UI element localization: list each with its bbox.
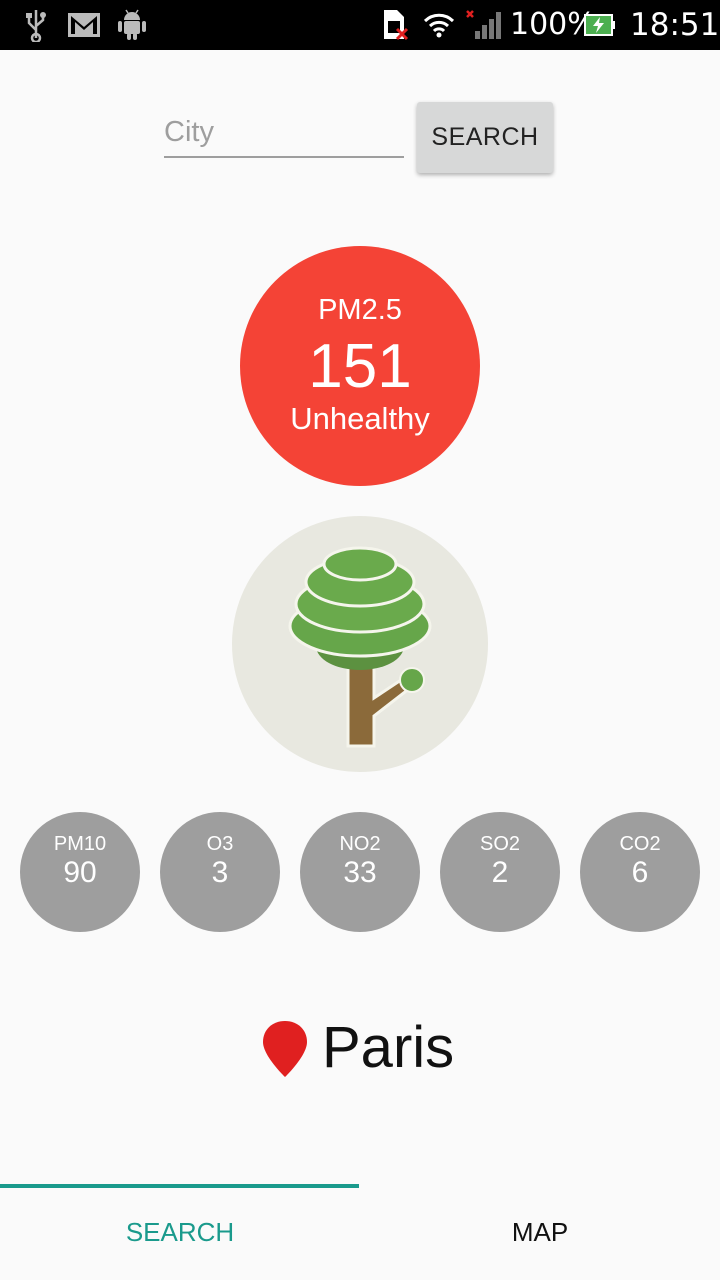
city-input[interactable] bbox=[164, 108, 404, 158]
pm25-value: 151 bbox=[308, 332, 412, 401]
pollutant-value: 2 bbox=[491, 856, 509, 889]
city-name: Paris bbox=[322, 1015, 455, 1080]
tree-illustration bbox=[232, 516, 488, 772]
search-button[interactable]: SEARCH bbox=[417, 102, 553, 173]
usb-icon bbox=[22, 0, 50, 50]
pollutant-pm10: PM10 90 bbox=[20, 812, 140, 932]
pollutant-name: O3 bbox=[206, 833, 234, 855]
sim-error-icon bbox=[380, 0, 410, 50]
pollutant-value: 3 bbox=[211, 856, 229, 889]
clock: 18:51 bbox=[630, 7, 720, 43]
signal-icon bbox=[464, 0, 504, 50]
battery-percent: 100% bbox=[510, 7, 596, 42]
wifi-icon bbox=[422, 0, 456, 50]
android-debug-icon bbox=[116, 0, 148, 50]
pollutant-name: NO2 bbox=[339, 833, 381, 855]
tab-search[interactable]: SEARCH bbox=[0, 1184, 360, 1280]
pollutant-so2: SO2 2 bbox=[440, 812, 560, 932]
pm25-indicator: PM2.5 151 Unhealthy bbox=[240, 246, 480, 486]
pm25-label: PM2.5 bbox=[318, 294, 402, 326]
pollutant-co2: CO2 6 bbox=[580, 812, 700, 932]
map-pin-icon bbox=[262, 1020, 308, 1078]
status-bar: 100% 18:51 bbox=[0, 0, 720, 50]
pollutant-value: 6 bbox=[631, 856, 649, 889]
gmail-icon bbox=[66, 0, 102, 50]
tab-map[interactable]: MAP bbox=[360, 1184, 720, 1280]
pollutant-name: SO2 bbox=[479, 833, 521, 855]
tab-bar: SEARCH MAP bbox=[0, 1184, 720, 1280]
pollutant-no2: NO2 33 bbox=[300, 812, 420, 932]
pollutant-o3: O3 3 bbox=[160, 812, 280, 932]
pollutant-value: 33 bbox=[343, 856, 377, 889]
pollutant-name: CO2 bbox=[619, 833, 661, 855]
air-quality-status: Unhealthy bbox=[290, 401, 430, 436]
pollutant-value: 90 bbox=[63, 856, 97, 889]
pollutant-list: PM10 90 O3 3 NO2 33 SO2 2 CO2 6 bbox=[0, 812, 720, 932]
battery-icon bbox=[584, 0, 616, 50]
pollutant-name: PM10 bbox=[53, 833, 107, 855]
tree-icon bbox=[288, 546, 432, 748]
